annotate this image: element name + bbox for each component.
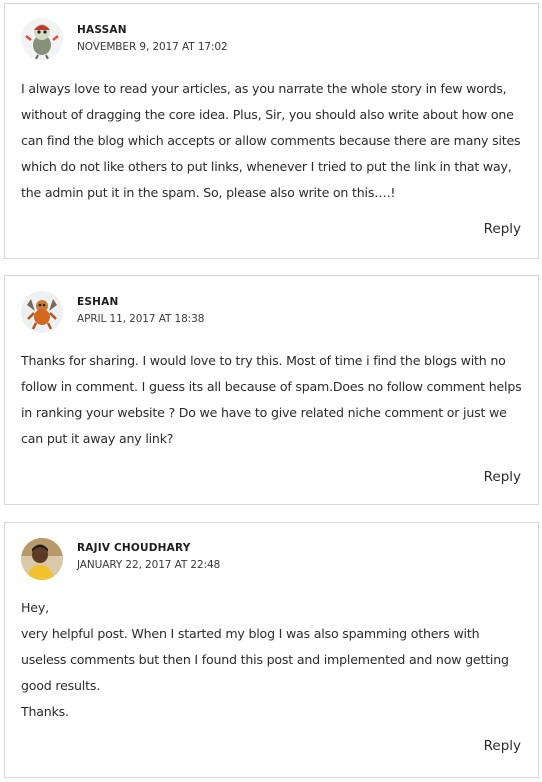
comment-paragraph: Thanks for sharing. I would love to try …	[21, 353, 522, 446]
turkey-monster-icon	[21, 18, 63, 60]
comment-date: NOVEMBER 9, 2017 AT 17:02	[77, 41, 228, 53]
comment-body: Hey, very helpful post. When I started m…	[21, 595, 526, 725]
comment-author: HASSAN	[77, 24, 127, 36]
comment-card: ESHAN APRIL 11, 2017 AT 18:38 Thanks for…	[4, 275, 539, 505]
winged-monster-icon	[21, 291, 63, 333]
comment-author: RAJIV CHOUDHARY	[77, 542, 191, 554]
comment-date: APRIL 11, 2017 AT 18:38	[77, 313, 205, 325]
reply-link[interactable]: Reply	[484, 469, 521, 485]
comment-date: JANUARY 22, 2017 AT 22:48	[77, 559, 221, 571]
avatar	[21, 18, 63, 60]
comment-card: HASSAN NOVEMBER 9, 2017 AT 17:02 I alway…	[4, 3, 539, 259]
comment-body: Thanks for sharing. I would love to try …	[21, 348, 526, 452]
user-photo-icon	[21, 538, 63, 580]
reply-link[interactable]: Reply	[484, 738, 521, 754]
comment-body: I always love to read your articles, as …	[21, 76, 526, 206]
comment-author: ESHAN	[77, 296, 119, 308]
avatar	[21, 291, 63, 333]
comment-paragraph: I always love to read your articles, as …	[21, 81, 521, 200]
avatar	[21, 538, 63, 580]
comment-paragraph: Thanks.	[21, 704, 69, 719]
reply-link[interactable]: Reply	[484, 221, 521, 237]
comment-paragraph: very helpful post. When I started my blo…	[21, 626, 509, 693]
comment-paragraph: Hey,	[21, 600, 49, 615]
comment-card: RAJIV CHOUDHARY JANUARY 22, 2017 AT 22:4…	[4, 522, 539, 778]
